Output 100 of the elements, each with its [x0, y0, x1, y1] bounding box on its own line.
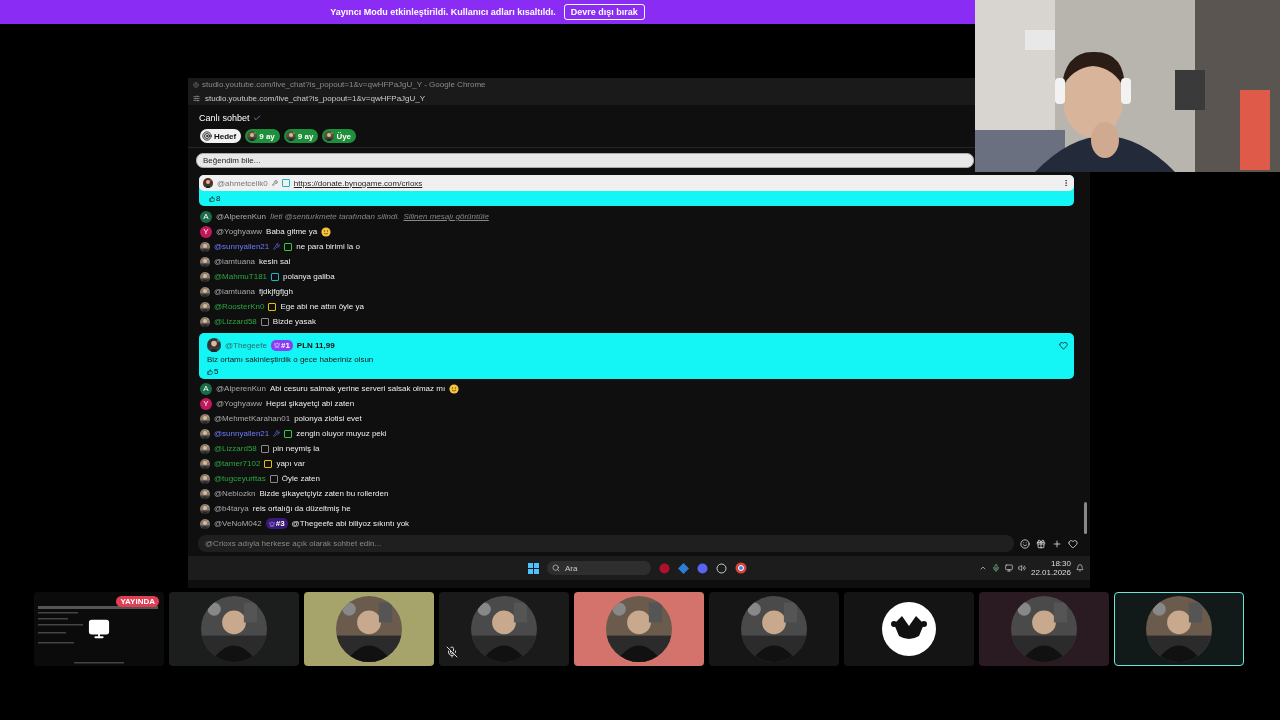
- message-text: reis ortalığı da düzeltmiş he: [252, 504, 351, 513]
- filter-chip[interactable]: 9 ay: [245, 129, 280, 143]
- jester-hat-icon: [882, 602, 936, 656]
- chat-input[interactable]: @Crioxs adıyla herkese açık olarak sohbet edin...: [198, 535, 1014, 552]
- participant-tile[interactable]: [1114, 592, 1244, 666]
- gift-icon: [1036, 538, 1046, 549]
- disable-button[interactable]: Devre dışı bırak: [563, 4, 645, 20]
- check-icon: [252, 114, 261, 122]
- address-bar[interactable]: studio.youtube.com/live_chat?is_popout=1&v=qwHFPaJgU_Y: [205, 93, 426, 103]
- window-title: studio.youtube.com/live_chat?is_popout=1&v=qwHFPaJgU_Y - Google Chrome: [202, 80, 486, 89]
- app-icon[interactable]: [716, 562, 727, 574]
- participant-tile[interactable]: [304, 592, 434, 666]
- author-name: @RoosterKn0: [214, 302, 265, 311]
- message-text: Biz ortamı sakinleştirdik o gece haberiniz olsun: [207, 355, 375, 364]
- author-name: @iamtuana: [214, 257, 256, 266]
- author-name: @MehmetKarahan01: [214, 414, 291, 423]
- author-name: @tugceyurttas: [214, 474, 266, 483]
- author-name: @b4tarya: [214, 504, 249, 513]
- rank-label: #1: [280, 340, 290, 350]
- message-text: Bizde şikayetçiyiz zaten bu rollerden: [259, 489, 389, 498]
- plus-icon: [1052, 538, 1062, 549]
- message-text: kesin sal: [259, 257, 291, 266]
- wrench-icon: [273, 430, 281, 437]
- like-icon: [209, 195, 215, 202]
- author-name: @Yoghyaww: [216, 399, 263, 408]
- author-name: @tamer7102: [214, 459, 261, 468]
- message-text: zengin oluyor muyuz peki: [296, 429, 387, 438]
- screen-share-icon: [88, 618, 110, 640]
- clock-time: 18:30: [1050, 559, 1071, 568]
- monitor-icon: [1004, 564, 1013, 572]
- taskbar-search[interactable]: Ara: [547, 561, 651, 575]
- notification-icon: [1076, 564, 1084, 572]
- message-text: Bizde yasak: [272, 317, 316, 326]
- participant-tile[interactable]: [844, 592, 974, 666]
- wrench-icon: [273, 243, 281, 250]
- participant-tile[interactable]: [709, 592, 839, 666]
- emoji-icon: [1020, 538, 1030, 549]
- participant-tile[interactable]: [169, 592, 299, 666]
- chevron-up-icon: [978, 564, 987, 572]
- app-icon[interactable]: [678, 562, 689, 574]
- avatar-letter: Y: [200, 225, 212, 238]
- more-icon: [1062, 179, 1070, 187]
- wrench-icon: [271, 180, 278, 186]
- author-name: @iamtuana: [214, 287, 256, 296]
- member-badge-icon: [281, 179, 290, 187]
- filter-chip[interactable]: Üye: [322, 129, 357, 143]
- author-name: @ahmetcelik0: [217, 178, 268, 188]
- like-count: 8: [216, 194, 221, 203]
- filter-chip[interactable]: Hedef: [200, 129, 242, 143]
- message-text: polanya galiba: [283, 272, 335, 281]
- author-name: @AlperenKun: [216, 212, 266, 221]
- like-icon: [207, 368, 213, 375]
- pinned-banner[interactable]: Beğendim bile...: [196, 153, 974, 168]
- participant-tile[interactable]: [439, 592, 569, 666]
- participant-tile[interactable]: [979, 592, 1109, 666]
- site-settings-icon: [193, 94, 200, 102]
- rank-label: #3: [275, 519, 285, 528]
- author-name: @Lizzard58: [214, 317, 257, 326]
- message-text: Baba gitme ya: [266, 227, 318, 236]
- donate-link[interactable]: https://donate.bynogame.com/crioxs: [293, 178, 423, 188]
- author-name: @sunnyallen21: [214, 429, 270, 438]
- author-name: @VeNoM042: [214, 519, 262, 528]
- message-text: Ege abi ne attın öyle ya: [280, 302, 364, 311]
- message-text: Hepsi şikayetçi abi zaten: [266, 399, 355, 408]
- message-text: polonya zlotisi evet: [294, 414, 362, 423]
- microphone-icon: [991, 564, 1000, 572]
- scrollbar[interactable]: [1084, 502, 1087, 534]
- participant-tile[interactable]: [574, 592, 704, 666]
- author-name: @sunnyallen21: [214, 242, 270, 251]
- clock-date: 22.01.2026: [1030, 568, 1071, 577]
- message-text: @Thegeefe abi biliyoz sıkıntı yok: [291, 519, 410, 528]
- target-icon: [202, 131, 212, 141]
- browser-icon[interactable]: [735, 562, 747, 574]
- globe-icon: [193, 81, 199, 88]
- windows-icon: [528, 562, 539, 574]
- show-deleted-link[interactable]: Silinen mesajı görüntüle: [403, 212, 489, 221]
- deleted-notice: İleti @senturkmete tarafından silindi.: [269, 212, 400, 221]
- crown-icon: [268, 520, 275, 527]
- author-name: @Thegeefe: [225, 340, 267, 350]
- search-icon: [552, 564, 560, 572]
- filter-chip[interactable]: 9 ay: [283, 129, 319, 143]
- message-text: fjdkjfgfjgh: [259, 287, 293, 296]
- live-badge: YAYINDA: [116, 596, 159, 607]
- avatar-letter: A: [200, 210, 212, 223]
- author-name: @MahmuT181: [214, 272, 268, 281]
- crown-icon: [273, 342, 280, 348]
- author-name: @Yoghyaww: [216, 227, 263, 236]
- chat-app-icon[interactable]: [697, 562, 708, 574]
- like-count: 5: [214, 367, 219, 376]
- author-name: @Lizzard58: [214, 444, 257, 453]
- message-text: Öyle zaten: [281, 474, 320, 483]
- avatar-letter: Y: [200, 397, 212, 410]
- volume-icon: [1017, 564, 1026, 572]
- message-text: yapı var: [276, 459, 305, 468]
- heart-icon: [1068, 538, 1078, 549]
- heart-icon: [1059, 340, 1068, 350]
- message-text: Abi cesuru salmak yerine serveri salsak olmaz mı: [269, 384, 446, 393]
- chat-title: Canlı sohbet: [199, 113, 250, 123]
- paid-amount: PLN 11,99: [296, 340, 335, 350]
- message-text: ne para birimi la o: [296, 242, 360, 251]
